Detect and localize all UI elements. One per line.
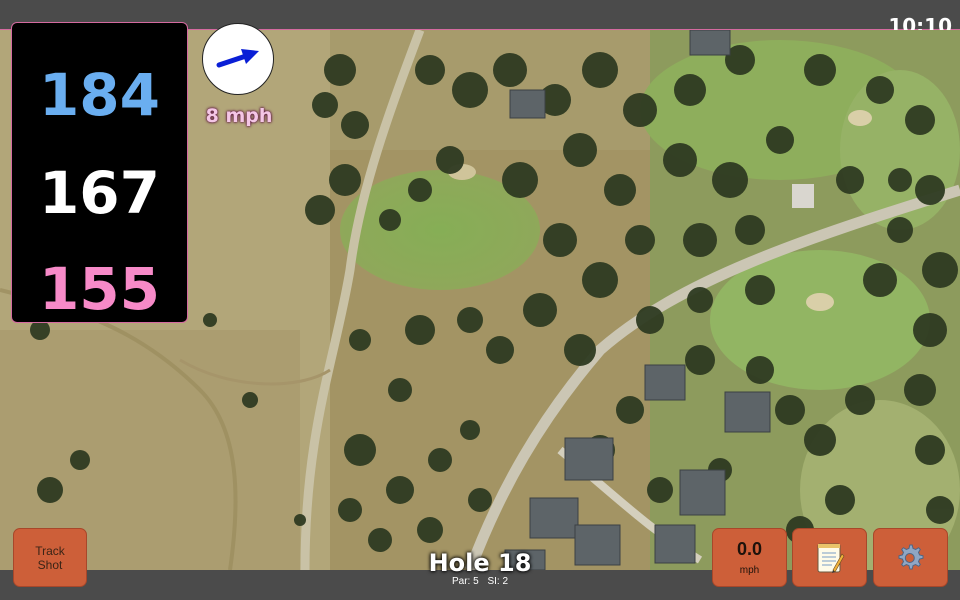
speed-unit: mph <box>739 565 760 576</box>
hole-stroke-index: SI: 2 <box>487 576 509 587</box>
hole-par: Par: 5 <box>451 576 479 587</box>
yardage-panel: 184 167 155 <box>11 22 188 323</box>
notes-button[interactable] <box>792 528 867 587</box>
notepad-icon <box>817 543 844 573</box>
wind-compass <box>202 23 274 95</box>
yardage-middle: 167 <box>38 159 161 227</box>
wind-direction-arrow-icon <box>216 49 259 68</box>
yardage-back: 184 <box>38 61 161 129</box>
track-shot-label-line1: Track <box>35 543 65 558</box>
track-shot-button[interactable]: Track Shot <box>13 528 87 587</box>
yardage-front: 155 <box>38 255 161 323</box>
wind-speed-label: 8 mph <box>205 105 273 127</box>
speed-button[interactable]: 0.0 mph <box>712 528 787 587</box>
speed-value: 0.0 <box>736 539 763 559</box>
gear-icon <box>897 544 923 569</box>
hole-title: Hole 18 <box>428 549 532 577</box>
hole-info: Par: 5 SI: 2 <box>380 576 580 587</box>
track-shot-label-line2: Shot <box>37 557 63 572</box>
settings-button[interactable] <box>873 528 948 587</box>
